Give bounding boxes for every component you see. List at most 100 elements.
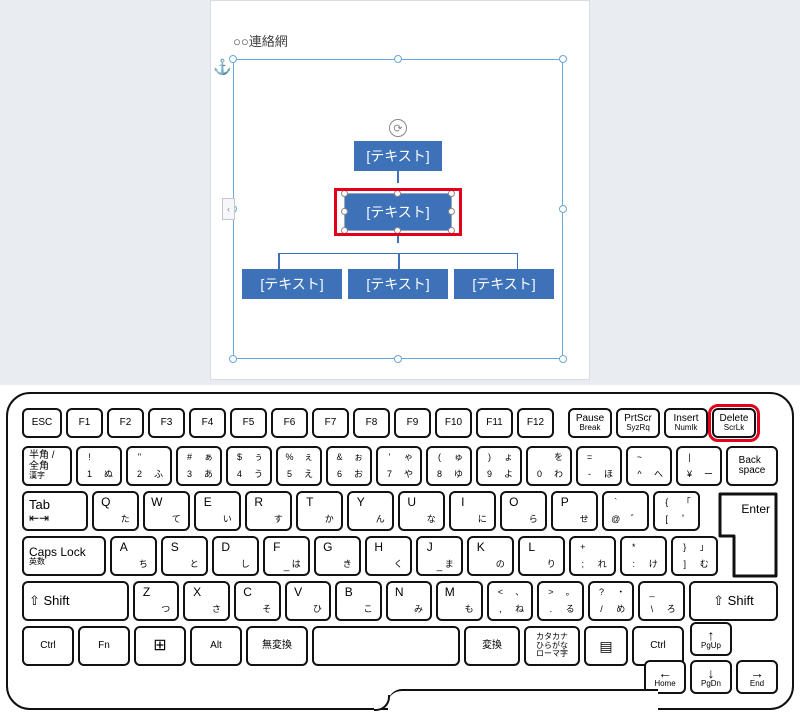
f5-key[interactable]: F5	[230, 408, 267, 438]
f3-key[interactable]: F3	[148, 408, 185, 438]
arrow-up-key[interactable]: ↑ PgUp	[690, 622, 732, 656]
smartart-node-selected[interactable]: [テキスト]	[344, 193, 452, 231]
key-q[interactable]: Qた	[92, 491, 139, 531]
key-8[interactable]: (ゅ8ゆ	[426, 446, 472, 486]
smartart-hierarchy[interactable]: ⟳ [テキスト] [テキスト]	[233, 141, 563, 299]
key-:[interactable]: *:け	[620, 536, 667, 576]
key-@[interactable]: `@゛	[602, 491, 649, 531]
node-handle[interactable]	[448, 227, 455, 234]
resize-handle-bc[interactable]	[394, 355, 402, 363]
key-5[interactable]: %ぇ5え	[276, 446, 322, 486]
tab-key[interactable]: Tab⇤⇥	[22, 491, 88, 531]
key-x[interactable]: Xさ	[183, 581, 230, 621]
prtscr-key[interactable]: PrtScrSyzRq	[616, 408, 660, 438]
key-r[interactable]: Rす	[245, 491, 292, 531]
key-a[interactable]: Aち	[110, 536, 157, 576]
key-.[interactable]: >。.る	[537, 581, 584, 621]
node-handle[interactable]	[341, 208, 348, 215]
f11-key[interactable]: F11	[476, 408, 513, 438]
arrow-right-key[interactable]: → End	[736, 660, 778, 694]
smartart-node-bottom[interactable]: [テキスト]	[242, 269, 342, 299]
key-s[interactable]: Sと	[161, 536, 208, 576]
key-;[interactable]: +;れ	[569, 536, 616, 576]
key-6[interactable]: &ぉ6お	[326, 446, 372, 486]
key-c[interactable]: Cそ	[234, 581, 281, 621]
key-[[interactable]: {「[゜	[653, 491, 700, 531]
windows-key[interactable]: ⊞	[134, 626, 186, 666]
key-t[interactable]: Tか	[296, 491, 343, 531]
key-l[interactable]: Lり	[518, 536, 565, 576]
key-][interactable]: }」]む	[671, 536, 718, 576]
key-j[interactable]: Jま_	[416, 536, 463, 576]
key-f[interactable]: Fは_	[263, 536, 310, 576]
key-m[interactable]: Mも	[436, 581, 483, 621]
f6-key[interactable]: F6	[271, 408, 308, 438]
arrow-down-key[interactable]: ↓ PgDn	[690, 660, 732, 694]
key-k[interactable]: Kの	[467, 536, 514, 576]
key-u[interactable]: Uな	[398, 491, 445, 531]
key-^[interactable]: ~^へ	[626, 446, 672, 486]
henkan-key[interactable]: 変換	[464, 626, 520, 666]
hankaku-zenkaku-key[interactable]: 半角 /全角漢字	[22, 446, 72, 486]
f1-key[interactable]: F1	[66, 408, 103, 438]
key--[interactable]: =-ほ	[576, 446, 622, 486]
key-\[interactable]: _\ろ	[638, 581, 685, 621]
key-p[interactable]: Pせ	[551, 491, 598, 531]
key-2[interactable]: "2ふ	[126, 446, 172, 486]
esc-key[interactable]: ESC	[22, 408, 62, 438]
enter-key[interactable]: Enter	[718, 492, 778, 578]
node-handle[interactable]	[341, 227, 348, 234]
resize-handle-bl[interactable]	[229, 355, 237, 363]
key-¥[interactable]: |¥ー	[676, 446, 722, 486]
ctrl-left-key[interactable]: Ctrl	[22, 626, 74, 666]
key-/[interactable]: ?・/め	[588, 581, 635, 621]
key-0[interactable]: を0わ	[526, 446, 572, 486]
resize-handle-tr[interactable]	[559, 55, 567, 63]
key-7[interactable]: 'ゃ7や	[376, 446, 422, 486]
node-handle[interactable]	[341, 190, 348, 197]
insert-key[interactable]: InsertNumlk	[664, 408, 708, 438]
key-z[interactable]: Zつ	[133, 581, 180, 621]
f7-key[interactable]: F7	[312, 408, 349, 438]
resize-handle-tl[interactable]	[229, 55, 237, 63]
key-o[interactable]: Oら	[500, 491, 547, 531]
alt-key[interactable]: Alt	[190, 626, 242, 666]
delete-key[interactable]: DeleteScrLk	[712, 408, 756, 438]
key-b[interactable]: Bこ	[335, 581, 382, 621]
key-w[interactable]: Wて	[143, 491, 190, 531]
backspace-key[interactable]: Backspace	[726, 446, 778, 486]
node-handle[interactable]	[394, 190, 401, 197]
smartart-node-top[interactable]: ⟳ [テキスト]	[354, 141, 442, 171]
pause-key[interactable]: PauseBreak	[568, 408, 612, 438]
key-3[interactable]: #ぁ3あ	[176, 446, 222, 486]
f4-key[interactable]: F4	[189, 408, 226, 438]
key-v[interactable]: Vひ	[285, 581, 332, 621]
fn-key[interactable]: Fn	[78, 626, 130, 666]
rotate-handle-icon[interactable]: ⟳	[389, 119, 407, 137]
key-g[interactable]: Gき	[314, 536, 361, 576]
resize-handle-tc[interactable]	[394, 55, 402, 63]
menu-key[interactable]: ▤	[584, 626, 628, 666]
node-handle[interactable]	[448, 208, 455, 215]
node-handle[interactable]	[448, 190, 455, 197]
key-4[interactable]: $ぅ4う	[226, 446, 272, 486]
muhenkan-key[interactable]: 無変換	[246, 626, 308, 666]
resize-handle-br[interactable]	[559, 355, 567, 363]
f10-key[interactable]: F10	[435, 408, 472, 438]
capslock-key[interactable]: Caps Lock英数	[22, 536, 106, 576]
key-9[interactable]: )ょ9よ	[476, 446, 522, 486]
shift-left-key[interactable]: ⇧ Shift	[22, 581, 129, 621]
node-handle[interactable]	[394, 227, 401, 234]
f9-key[interactable]: F9	[394, 408, 431, 438]
key-n[interactable]: Nみ	[386, 581, 433, 621]
key-h[interactable]: Hく	[365, 536, 412, 576]
smartart-node-bottom[interactable]: [テキスト]	[454, 269, 554, 299]
smartart-node-bottom[interactable]: [テキスト]	[348, 269, 448, 299]
f12-key[interactable]: F12	[517, 408, 554, 438]
kana-key[interactable]: カタカナひらがなローマ字	[524, 626, 580, 666]
space-key[interactable]	[312, 626, 460, 666]
key-d[interactable]: Dし	[212, 536, 259, 576]
f8-key[interactable]: F8	[353, 408, 390, 438]
f2-key[interactable]: F2	[107, 408, 144, 438]
key-,[interactable]: <、,ね	[487, 581, 534, 621]
